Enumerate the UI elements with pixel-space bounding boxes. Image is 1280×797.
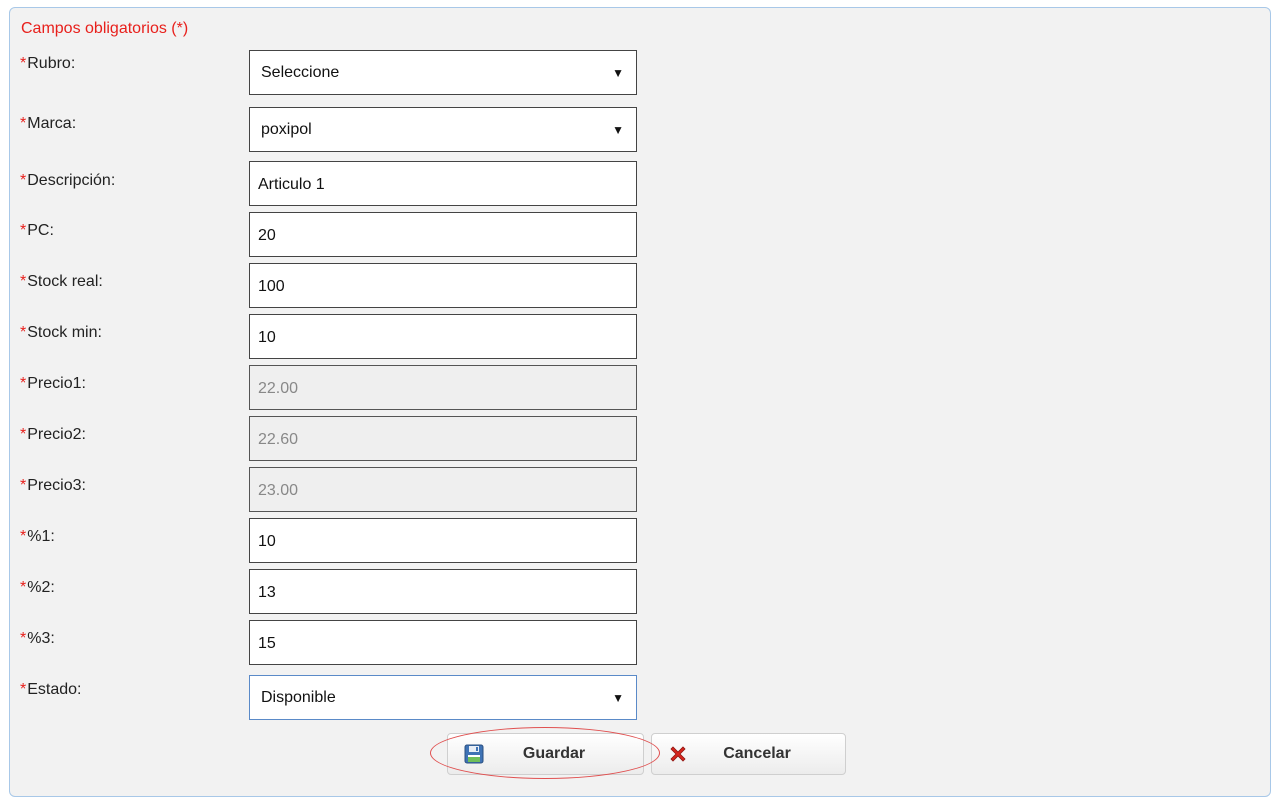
label-pc: *PC:	[20, 222, 54, 239]
marca-select[interactable]: poxipol ▼	[249, 107, 637, 152]
descripcion-input[interactable]: Articulo 1	[249, 161, 637, 206]
label-descripcion: *Descripción:	[20, 172, 116, 189]
label-rubro: *Rubro:	[20, 55, 76, 72]
precio2-input: 22.60	[249, 416, 637, 461]
precio1-input: 22.00	[249, 365, 637, 410]
descripcion-input-value: Articulo 1	[258, 176, 325, 193]
pct1-input[interactable]: 10	[249, 518, 637, 563]
stock-real-input-value: 100	[258, 278, 285, 295]
floppy-disk-icon	[463, 743, 485, 765]
chevron-down-icon: ▼	[612, 65, 624, 80]
estado-select-value: Disponible	[261, 688, 336, 706]
label-pct3: *%3:	[20, 630, 55, 647]
required-star: *	[20, 426, 27, 443]
required-star: *	[20, 579, 27, 596]
label-pct1: *%1:	[20, 528, 55, 545]
label-marca: *Marca:	[20, 115, 77, 132]
chevron-down-icon: ▼	[612, 690, 624, 705]
pc-input-value: 20	[258, 227, 276, 244]
precio3-input: 23.00	[249, 467, 637, 512]
pct3-input-value: 15	[258, 635, 276, 652]
precio3-input-value: 23.00	[258, 482, 299, 499]
label-pct2: *%2:	[20, 579, 55, 596]
label-stock-real: *Stock real:	[20, 273, 103, 290]
estado-select[interactable]: Disponible ▼	[249, 675, 637, 720]
pct2-input[interactable]: 13	[249, 569, 637, 614]
cancel-button-label: Cancelar	[723, 745, 791, 762]
label-precio2: *Precio2:	[20, 426, 86, 443]
required-star: *	[20, 324, 27, 341]
rubro-select[interactable]: Seleccione ▼	[249, 50, 637, 95]
pc-input[interactable]: 20	[249, 212, 637, 257]
required-star: *	[20, 115, 27, 132]
precio1-input-value: 22.00	[258, 380, 299, 397]
save-button[interactable]: Guardar	[447, 733, 644, 775]
stock-real-input[interactable]: 100	[249, 263, 637, 308]
pct3-input[interactable]: 15	[249, 620, 637, 665]
stock-min-input[interactable]: 10	[249, 314, 637, 359]
required-star: *	[20, 528, 27, 545]
rubro-select-value: Seleccione	[261, 63, 340, 81]
required-star: *	[20, 630, 27, 647]
label-precio1: *Precio1:	[20, 375, 86, 392]
required-star: *	[20, 55, 27, 72]
cancel-button[interactable]: Cancelar	[651, 733, 846, 775]
pct2-input-value: 13	[258, 584, 276, 601]
chevron-down-icon: ▼	[612, 122, 624, 137]
red-x-icon	[667, 743, 689, 765]
required-star: *	[20, 477, 27, 494]
required-star: *	[20, 273, 27, 290]
pct1-input-value: 10	[258, 533, 276, 550]
form-panel	[9, 7, 1271, 797]
required-star: *	[20, 222, 27, 239]
marca-select-value: poxipol	[261, 120, 312, 138]
stock-min-input-value: 10	[258, 329, 276, 346]
label-stock-min: *Stock min:	[20, 324, 102, 341]
label-estado: *Estado:	[20, 681, 82, 698]
required-star: *	[20, 172, 27, 189]
label-precio3: *Precio3:	[20, 477, 86, 494]
required-star: *	[20, 681, 27, 698]
save-button-label: Guardar	[522, 745, 586, 762]
required-star: *	[20, 375, 27, 392]
required-fields-note: Campos obligatorios (*)	[21, 20, 189, 37]
precio2-input-value: 22.60	[258, 431, 299, 448]
